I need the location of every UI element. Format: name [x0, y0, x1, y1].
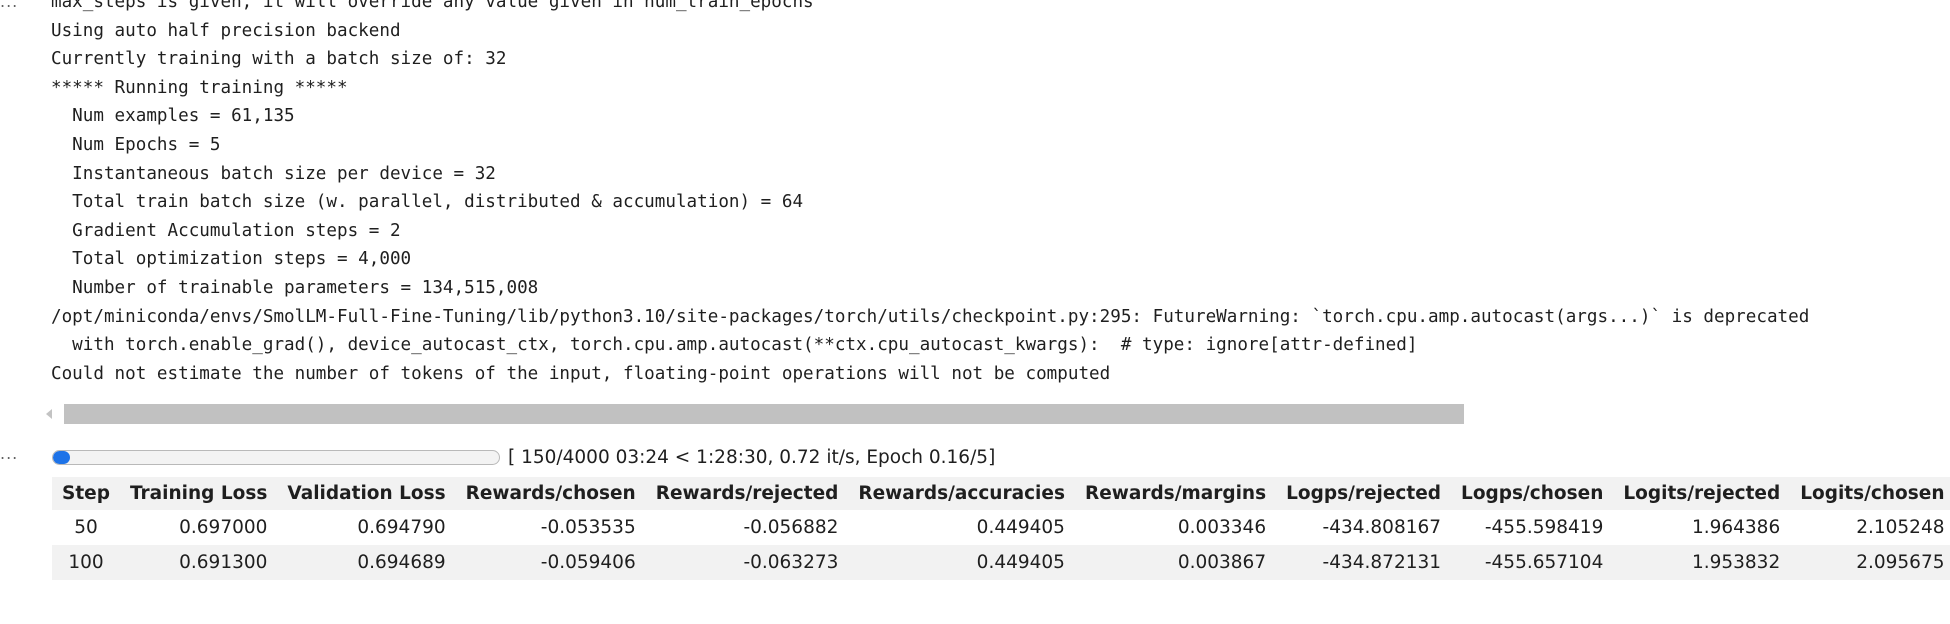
column-header: Rewards/rejected	[645, 477, 849, 510]
table-cell: -434.872131	[1276, 545, 1452, 580]
table-cell: 100	[52, 545, 120, 580]
column-header: Logits/chosen	[1790, 477, 1950, 510]
log-line: Num examples = 61,135	[51, 106, 295, 127]
table-cell: -455.657104	[1451, 545, 1614, 580]
table-cell: -0.063273	[645, 545, 849, 580]
table-cell: -434.808167	[1276, 510, 1452, 545]
progress-bar-fill	[53, 450, 70, 464]
scrollbar-thumb[interactable]	[64, 404, 1464, 424]
column-header: Step	[52, 477, 120, 510]
progress-status-text: [ 150/4000 03:24 < 1:28:30, 0.72 it/s, E…	[508, 446, 996, 468]
column-header: Rewards/margins	[1074, 477, 1277, 510]
table-cell: 0.694790	[277, 510, 456, 545]
table-cell: 50	[52, 510, 120, 545]
log-line: ***** Running training *****	[51, 77, 348, 98]
column-header: Rewards/accuracies	[848, 477, 1075, 510]
table-row: 50 0.697000 0.694790 -0.053535 -0.056882…	[52, 510, 1950, 545]
training-progress: [ 150/4000 03:24 < 1:28:30, 0.72 it/s, E…	[52, 444, 995, 470]
table-header-row: Step Training Loss Validation Loss Rewar…	[52, 477, 1950, 510]
log-line: with torch.enable_grad(), device_autocas…	[51, 335, 1418, 356]
table-cell: 0.449405	[848, 510, 1075, 545]
log-line: Instantaneous batch size per device = 32	[51, 163, 496, 184]
column-header: Logps/rejected	[1276, 477, 1452, 510]
table-cell: 0.697000	[119, 510, 278, 545]
column-header: Training Loss	[119, 477, 278, 510]
log-line: Using auto half precision backend	[51, 20, 401, 41]
table-cell: -0.059406	[455, 545, 646, 580]
table-cell: 1.964386	[1613, 510, 1791, 545]
column-header: Logps/chosen	[1451, 477, 1614, 510]
log-line: /opt/miniconda/envs/SmolLM-Full-Fine-Tun…	[51, 306, 1810, 327]
log-line: Currently training with a batch size of:…	[51, 49, 507, 70]
table-cell: -455.598419	[1451, 510, 1614, 545]
log-line: Could not estimate the number of tokens …	[51, 363, 1111, 384]
table-cell: -0.056882	[645, 510, 849, 545]
table-cell: 0.449405	[848, 545, 1075, 580]
log-line: max_steps is given, it will override any…	[51, 0, 814, 12]
log-line: Num Epochs = 5	[51, 134, 221, 155]
table-cell: -0.053535	[455, 510, 646, 545]
training-metrics-table: Step Training Loss Validation Loss Rewar…	[52, 477, 1950, 580]
scroll-left-arrow-icon[interactable]	[46, 409, 52, 419]
cell-output-marker[interactable]: ...	[0, 446, 18, 462]
log-line: Total optimization steps = 4,000	[51, 249, 412, 270]
cell-output-marker[interactable]: ...	[0, 0, 18, 10]
log-line: Gradient Accumulation steps = 2	[51, 220, 401, 241]
log-output: max_steps is given, it will override any…	[51, 0, 1950, 386]
log-line: Number of trainable parameters = 134,515…	[51, 277, 539, 298]
progress-bar	[52, 449, 500, 465]
column-header: Validation Loss	[277, 477, 456, 510]
log-line: Total train batch size (w. parallel, dis…	[51, 192, 804, 213]
table-cell: 1.953832	[1613, 545, 1791, 580]
horizontal-scrollbar[interactable]	[44, 404, 1464, 424]
table-cell: 0.694689	[277, 545, 456, 580]
table-cell: 2.095675	[1790, 545, 1950, 580]
column-header: Logits/rejected	[1613, 477, 1791, 510]
table-cell: 0.691300	[119, 545, 278, 580]
table-cell: 0.003867	[1074, 545, 1277, 580]
table-cell: 2.105248	[1790, 510, 1950, 545]
column-header: Rewards/chosen	[455, 477, 646, 510]
table-cell: 0.003346	[1074, 510, 1277, 545]
log-lines: max_steps is given, it will override any…	[51, 0, 1950, 386]
table-row: 100 0.691300 0.694689 -0.059406 -0.06327…	[52, 545, 1950, 580]
